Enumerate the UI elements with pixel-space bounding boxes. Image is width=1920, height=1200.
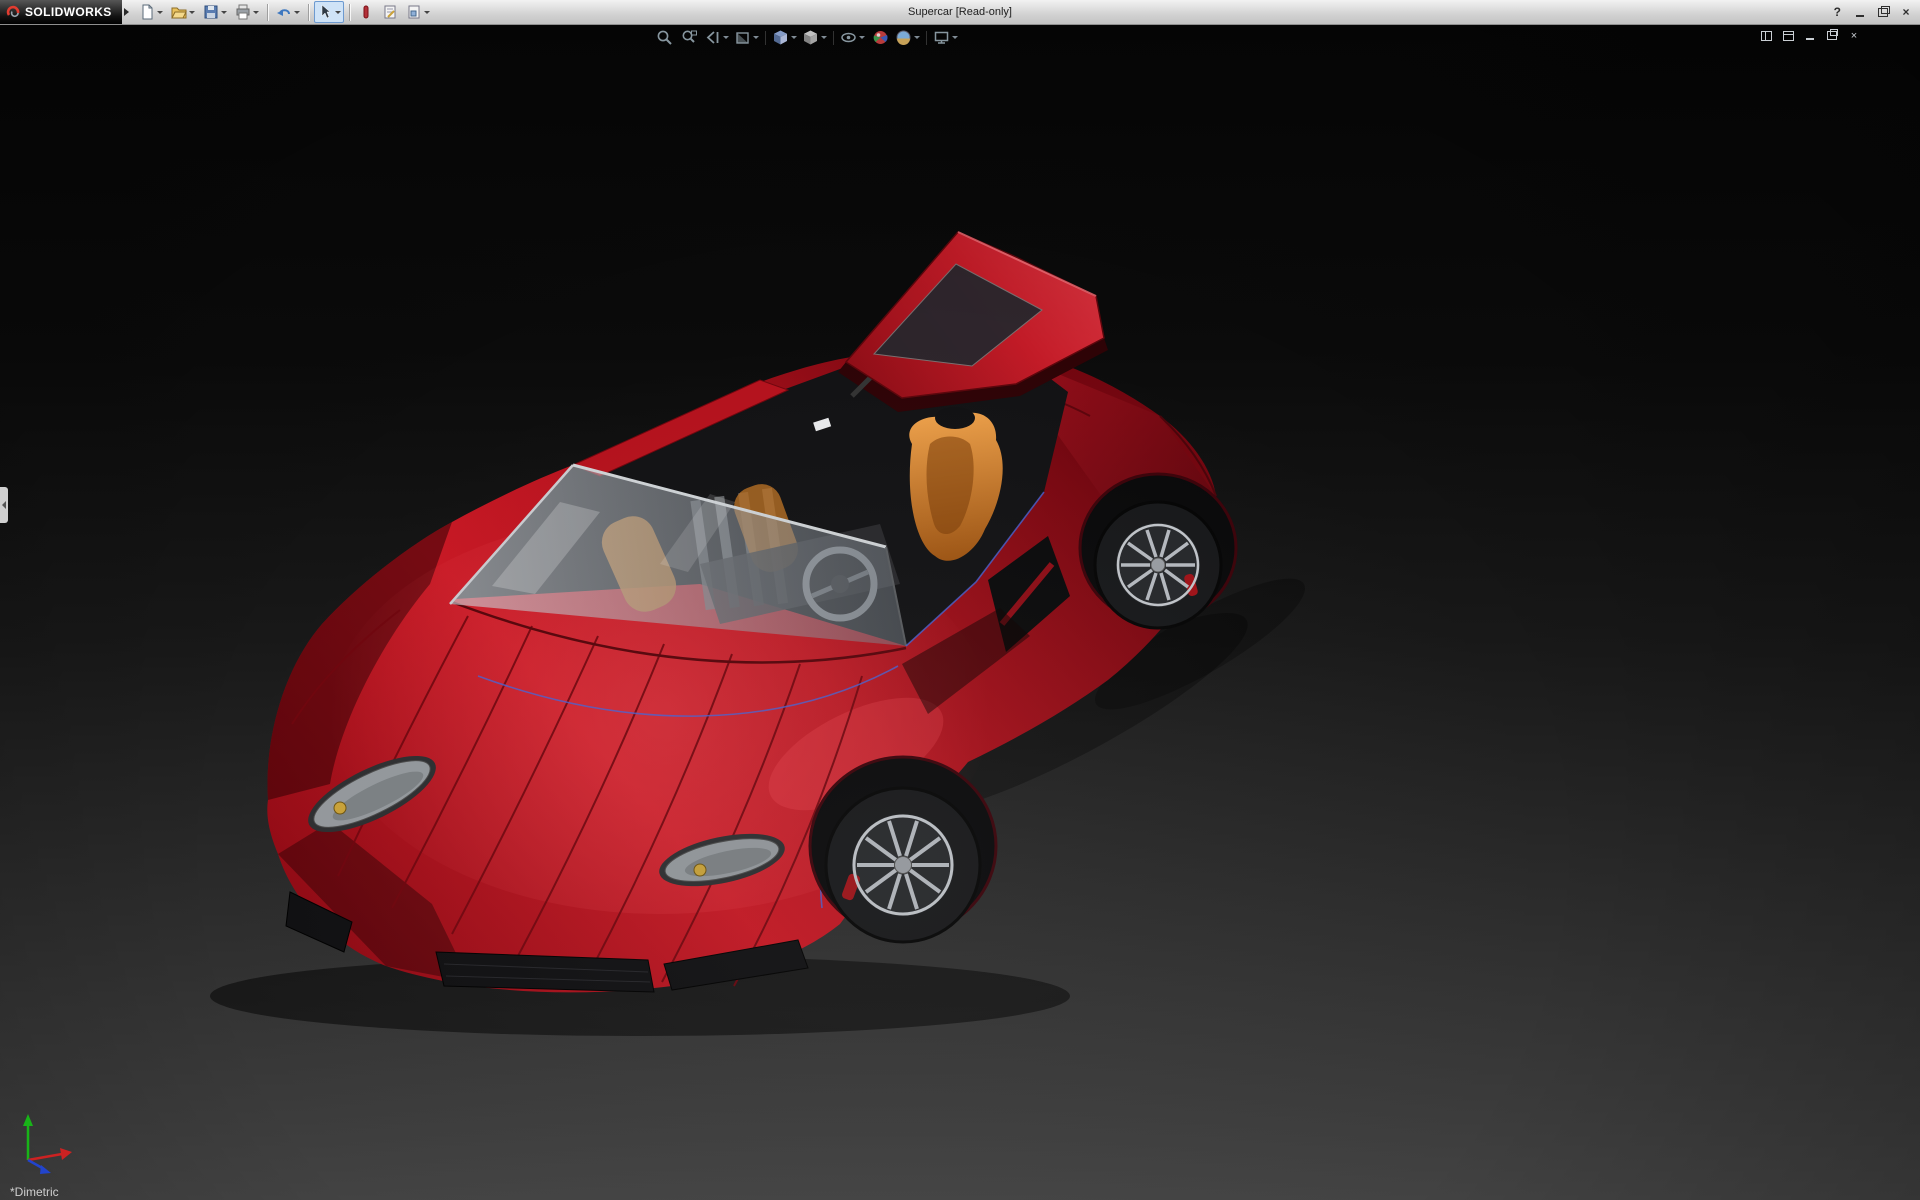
undo-icon [276, 9, 290, 16]
previous-view-icon [706, 31, 719, 44]
doc-minimize-icon [1806, 38, 1814, 40]
toolbar-separator [765, 30, 766, 45]
dropdown-caret-icon [753, 36, 759, 39]
save-icon [204, 5, 218, 19]
dropdown-caret-icon [220, 10, 227, 14]
document-properties-button[interactable] [403, 1, 433, 23]
minimize-icon [1856, 15, 1864, 17]
view-orientation-button[interactable] [770, 28, 799, 47]
display-style-icon [804, 30, 817, 45]
apply-scene-icon [896, 30, 911, 45]
dropdown-caret-icon [914, 36, 920, 39]
dropdown-caret-icon [723, 36, 729, 39]
sketch-options-icon [384, 5, 396, 19]
section-view-icon [736, 32, 749, 44]
print-icon [236, 4, 250, 20]
solidworks-logo[interactable]: SOLIDWORKS [0, 0, 122, 24]
view-settings-icon [934, 31, 949, 44]
minimize-button[interactable] [1850, 4, 1870, 21]
toolbar-separator [307, 3, 309, 21]
hide-show-items-button[interactable] [838, 28, 867, 47]
tile-icon [1782, 30, 1794, 41]
undo-button[interactable] [273, 1, 303, 23]
dropdown-caret-icon [791, 36, 797, 39]
document-title: Supercar [Read-only] [908, 6, 1012, 18]
hide-show-items-icon [841, 32, 856, 43]
heads-up-view-toolbar [652, 28, 960, 47]
zoom-to-fit-button[interactable] [652, 28, 676, 47]
new-document-icon [142, 4, 153, 20]
print-button[interactable] [232, 1, 262, 23]
brand-text: SOLIDWORKS [25, 5, 112, 19]
edit-appearance-button[interactable] [868, 28, 892, 47]
open-button[interactable] [168, 1, 198, 23]
dropdown-caret-icon [293, 10, 300, 14]
doc-cascade-button[interactable] [1758, 29, 1774, 42]
menu-expand-icon[interactable] [123, 8, 129, 16]
title-bar: SOLIDWORKS Supercar [Read-only] ? × [0, 0, 1920, 25]
doc-close-button[interactable]: × [1846, 29, 1862, 42]
open-icon [170, 7, 187, 19]
reference-triad [23, 1114, 72, 1174]
document-window-controls: × [1758, 29, 1862, 42]
restore-icon [1878, 5, 1890, 17]
xpress-products-icon [363, 5, 369, 19]
doc-tile-button[interactable] [1780, 29, 1796, 42]
restore-button[interactable] [1873, 4, 1893, 21]
view-settings-button[interactable] [931, 28, 960, 47]
select-icon [321, 4, 331, 19]
previous-view-button[interactable] [702, 28, 731, 47]
doc-restore-icon [1827, 29, 1838, 40]
dropdown-caret-icon [952, 36, 958, 39]
feature-panel-handle[interactable] [0, 487, 8, 523]
section-view-button[interactable] [732, 28, 761, 47]
select-button[interactable] [313, 1, 344, 23]
graphics-area[interactable]: × *Dimetric [0, 24, 1920, 1200]
dropdown-caret-icon [859, 36, 865, 39]
dropdown-caret-icon [423, 10, 430, 14]
save-button[interactable] [200, 1, 230, 23]
toolbar-separator [266, 3, 268, 21]
window-controls: ? × [1834, 0, 1916, 24]
zoom-to-area-icon [682, 30, 697, 43]
new-document-button[interactable] [136, 1, 166, 23]
cascade-icon [1760, 30, 1772, 41]
document-properties-icon [408, 5, 420, 19]
dassault-logo-icon [6, 5, 20, 17]
help-button[interactable]: ? [1834, 5, 1841, 19]
collapse-arrow-icon [2, 501, 6, 509]
xpress-products-button[interactable] [355, 1, 377, 23]
dropdown-caret-icon [334, 10, 341, 14]
zoom-to-fit-icon [657, 30, 672, 45]
dropdown-caret-icon [188, 10, 195, 14]
dropdown-caret-icon [821, 36, 827, 39]
display-style-button[interactable] [800, 28, 829, 47]
toolbar-separator [926, 30, 927, 45]
doc-restore-button[interactable] [1824, 29, 1840, 42]
view-orientation-icon [774, 30, 787, 45]
dropdown-caret-icon [252, 10, 259, 14]
doc-minimize-button[interactable] [1802, 29, 1818, 42]
toolbar-separator [348, 3, 350, 21]
car-model[interactable] [0, 24, 1920, 1200]
edit-appearance-icon [873, 31, 887, 44]
view-orientation-label: *Dimetric [10, 1185, 59, 1199]
toolbar-separator [833, 30, 834, 45]
dropdown-caret-icon [156, 10, 163, 14]
sketch-options-button[interactable] [379, 1, 401, 23]
close-button[interactable]: × [1896, 4, 1916, 21]
apply-scene-button[interactable] [893, 28, 922, 47]
standard-toolbar [135, 0, 434, 24]
zoom-to-area-button[interactable] [677, 28, 701, 47]
